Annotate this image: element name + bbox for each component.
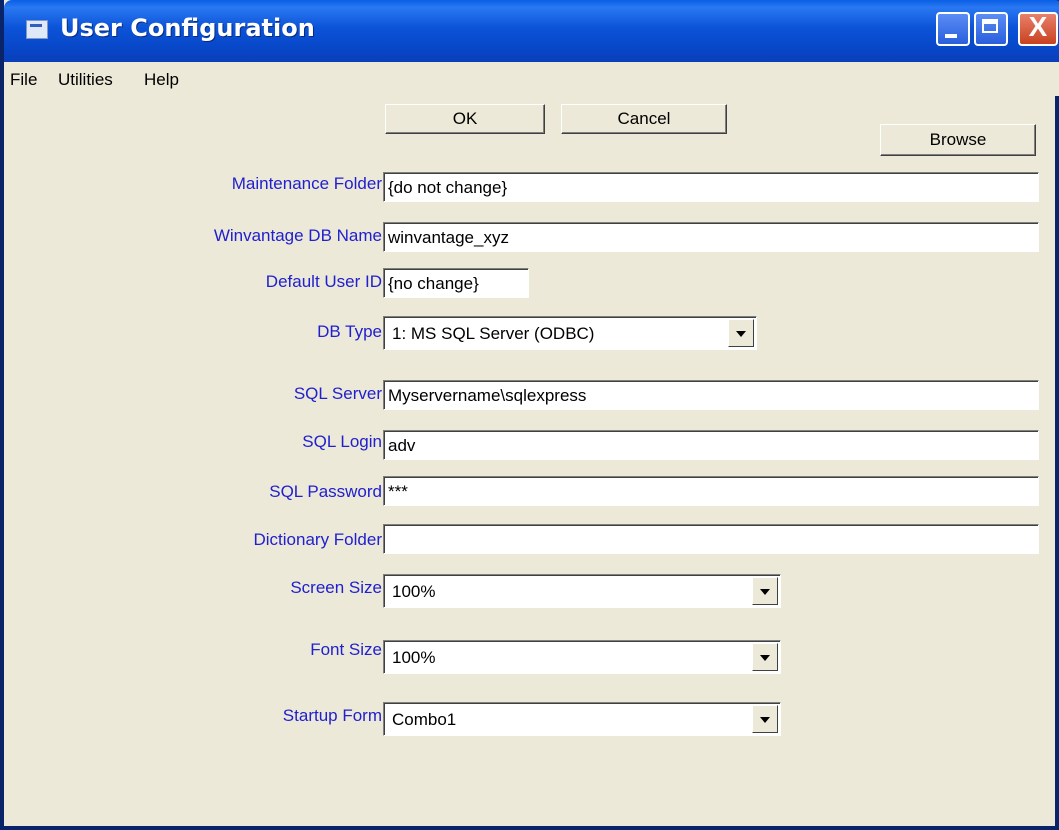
maintenance-folder-label: Maintenance Folder bbox=[231, 174, 382, 193]
startup-form-label: Startup Form bbox=[282, 706, 382, 725]
window-title: User Configuration bbox=[60, 14, 315, 42]
menu-help[interactable]: Help bbox=[144, 70, 179, 90]
font-size-value: 100% bbox=[392, 648, 436, 667]
browse-button[interactable]: Browse bbox=[880, 124, 1036, 156]
app-icon bbox=[26, 20, 48, 39]
dictionary-folder-input[interactable] bbox=[383, 524, 1039, 554]
db-type-label: DB Type bbox=[317, 322, 382, 341]
chevron-down-icon[interactable] bbox=[728, 319, 754, 347]
menu-utilities[interactable]: Utilities bbox=[58, 70, 113, 90]
dictionary-folder-label: Dictionary Folder bbox=[253, 530, 383, 549]
screen-size-select[interactable]: 100% bbox=[383, 574, 781, 608]
db-type-select[interactable]: 1: MS SQL Server (ODBC) bbox=[383, 316, 757, 350]
screen-size-label: Screen Size bbox=[290, 578, 382, 597]
cancel-button[interactable]: Cancel bbox=[561, 104, 727, 134]
db-name-label: Winvantage DB Name bbox=[213, 226, 382, 245]
maintenance-folder-input[interactable]: {do not change} bbox=[383, 172, 1039, 202]
font-size-label: Font Size bbox=[310, 640, 382, 659]
sql-login-input[interactable]: adv bbox=[383, 430, 1039, 460]
chevron-down-icon[interactable] bbox=[752, 643, 778, 671]
title-bar[interactable]: User Configuration X bbox=[4, 0, 1059, 62]
default-user-id-input[interactable]: {no change} bbox=[383, 268, 529, 298]
startup-form-select[interactable]: Combo1 bbox=[383, 702, 781, 736]
chevron-down-icon[interactable] bbox=[752, 705, 778, 733]
user-configuration-window: User Configuration X File Utilities Help… bbox=[0, 0, 1059, 830]
startup-form-value: Combo1 bbox=[392, 710, 457, 729]
sql-password-input[interactable]: *** bbox=[383, 476, 1039, 506]
db-name-input[interactable]: winvantage_xyz bbox=[383, 222, 1039, 252]
sql-server-label: SQL Server bbox=[293, 384, 382, 403]
default-user-id-label: Default User ID bbox=[265, 272, 382, 291]
screen-size-value: 100% bbox=[392, 582, 436, 601]
minimize-button[interactable] bbox=[936, 12, 970, 46]
menu-bar: File Utilities Help bbox=[4, 62, 1059, 96]
menu-file[interactable]: File bbox=[10, 70, 37, 90]
chevron-down-icon[interactable] bbox=[752, 577, 778, 605]
sql-password-label: SQL Password bbox=[269, 482, 382, 501]
ok-button[interactable]: OK bbox=[385, 104, 545, 134]
close-icon: X bbox=[1028, 11, 1048, 42]
sql-server-input[interactable]: Myservername\sqlexpress bbox=[383, 380, 1039, 410]
sql-login-label: SQL Login bbox=[302, 432, 382, 451]
close-button[interactable]: X bbox=[1018, 11, 1058, 46]
db-type-value: 1: MS SQL Server (ODBC) bbox=[392, 324, 595, 343]
maximize-button[interactable] bbox=[974, 12, 1008, 46]
font-size-select[interactable]: 100% bbox=[383, 640, 781, 674]
